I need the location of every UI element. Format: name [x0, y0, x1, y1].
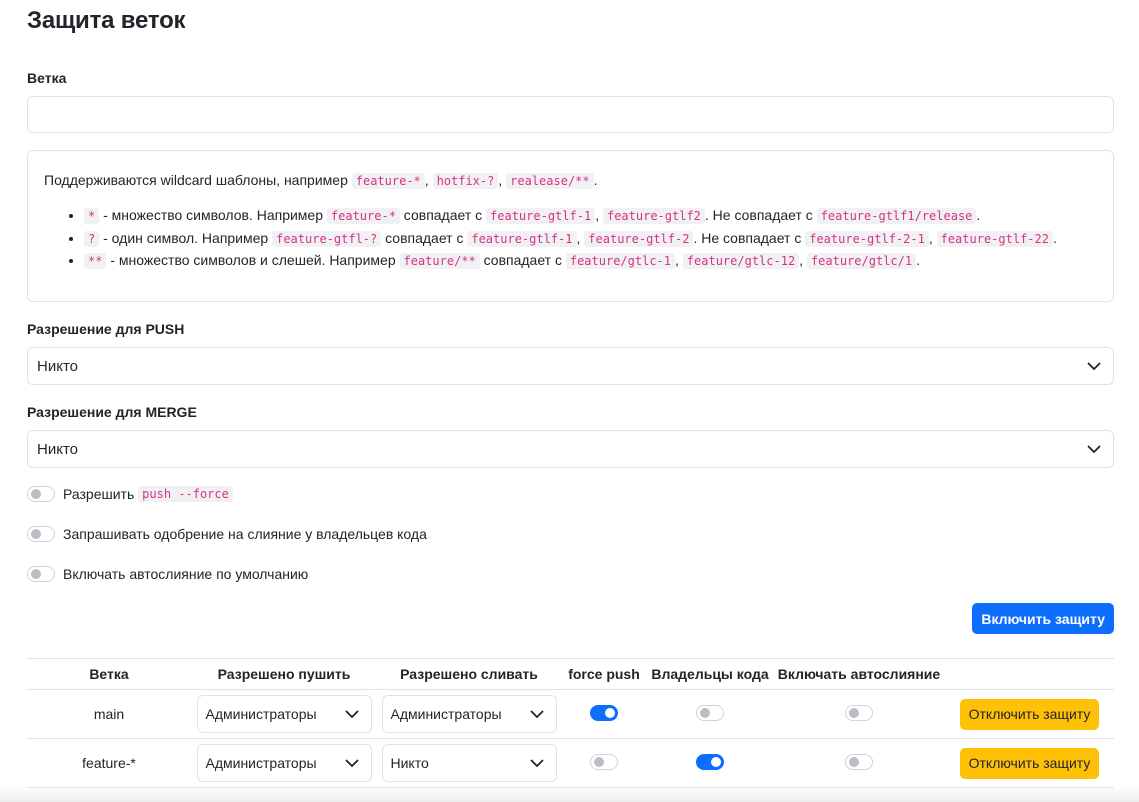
hint-example: hotfix-?: [432, 173, 499, 189]
row-code-owners-switch[interactable]: [696, 753, 724, 770]
switch-knob: [594, 756, 604, 767]
col-actions: [945, 658, 1114, 690]
hint-intro: Поддерживаются wildcard шаблоны, наприме…: [44, 172, 598, 189]
row-auto-merge-switch[interactable]: [845, 753, 873, 770]
switch-knob: [711, 756, 721, 767]
table-header-row: Ветка Разрешено пушить Разрешено сливать…: [27, 658, 1114, 690]
hint-example: realease/**: [506, 173, 594, 189]
hint-rule-star: * - множество символов. Например feature…: [84, 205, 1097, 228]
branch-label: Ветка: [27, 70, 67, 86]
merge-permission-label: Разрешение для MERGE: [27, 404, 197, 420]
chevron-down-icon: [344, 759, 359, 768]
col-auto-merge: Включать автослияние: [773, 658, 945, 690]
force-push-switch[interactable]: [27, 486, 55, 502]
col-push: Разрешено пушить: [191, 658, 377, 690]
switch-knob: [31, 529, 41, 539]
bottom-fade: [0, 786, 1139, 802]
merge-permission-value: Никто: [37, 440, 78, 458]
col-branch: Ветка: [27, 658, 191, 690]
row-branch: feature-*: [27, 738, 191, 788]
row-branch: main: [27, 689, 191, 739]
col-force-push: force push: [561, 658, 647, 690]
col-merge: Разрешено сливать: [377, 658, 561, 690]
enable-protection-button[interactable]: Включить защиту: [972, 603, 1114, 634]
force-push-switch-label: Разрешить: [63, 486, 135, 502]
force-push-switch-row: Разрешить push --force: [27, 486, 233, 502]
switch-knob: [700, 707, 710, 718]
row-merge-select[interactable]: Никто: [381, 744, 557, 782]
chevron-down-icon: [529, 710, 544, 719]
auto-merge-switch-row: Включать автослияние по умолчанию: [27, 566, 308, 582]
code-owners-switch[interactable]: [27, 526, 55, 542]
chevron-down-icon: [344, 710, 359, 719]
push-permission-value: Никто: [37, 357, 78, 375]
switch-knob: [31, 489, 41, 499]
protected-branches-table: Ветка Разрешено пушить Разрешено сливать…: [27, 658, 1114, 788]
row-force-push-switch[interactable]: [590, 704, 618, 721]
chevron-down-icon: [1087, 362, 1101, 371]
row-push-select[interactable]: Администраторы: [196, 695, 372, 733]
row-push-select[interactable]: Администраторы: [196, 744, 372, 782]
row-force-push-switch[interactable]: [590, 753, 618, 770]
disable-protection-button[interactable]: Отключить защиту: [959, 698, 1100, 730]
switch-knob: [849, 707, 859, 718]
row-auto-merge-switch[interactable]: [845, 704, 873, 721]
table-row: feature-* Администраторы Никто Отключить…: [27, 738, 1114, 788]
page-title: Защита веток: [27, 7, 186, 34]
push-permission-label: Разрешение для PUSH: [27, 321, 185, 337]
branch-input[interactable]: [27, 96, 1114, 133]
row-merge-select[interactable]: Администраторы: [381, 695, 557, 733]
chevron-down-icon: [529, 759, 544, 768]
hint-rule-question: ? - один символ. Например feature-gtfl-?…: [84, 228, 1097, 251]
hint-rule-double-star: ** - множество символов и слешей. Наприм…: [84, 250, 1097, 273]
switch-knob: [605, 707, 615, 718]
switch-knob: [31, 569, 41, 579]
auto-merge-switch-label: Включать автослияние по умолчанию: [63, 566, 309, 582]
force-push-code: push --force: [138, 486, 233, 502]
auto-merge-switch[interactable]: [27, 566, 55, 582]
code-owners-switch-label: Запрашивать одобрение на слияние у владе…: [63, 526, 427, 542]
chevron-down-icon: [1087, 445, 1101, 454]
table-row: main Администраторы Администраторы Отклю…: [27, 689, 1114, 739]
switch-knob: [849, 756, 859, 767]
disable-protection-button[interactable]: Отключить защиту: [959, 747, 1100, 779]
hint-rules: * - множество символов. Например feature…: [44, 205, 1097, 273]
row-code-owners-switch[interactable]: [696, 704, 724, 721]
wildcard-hint: Поддерживаются wildcard шаблоны, наприме…: [27, 150, 1114, 302]
col-code-owners: Владельцы кода: [647, 658, 773, 690]
code-owners-switch-row: Запрашивать одобрение на слияние у владе…: [27, 526, 427, 542]
push-permission-select[interactable]: Никто: [27, 347, 1114, 385]
hint-example: feature-*: [351, 173, 425, 189]
merge-permission-select[interactable]: Никто: [27, 430, 1114, 468]
